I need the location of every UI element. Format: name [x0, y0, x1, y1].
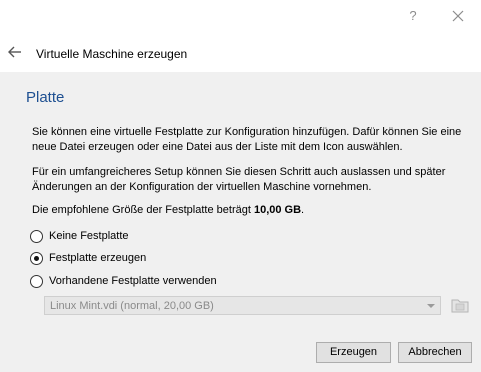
- wizard-title: Virtuelle Maschine erzeugen: [36, 47, 188, 61]
- radio-button[interactable]: [30, 229, 43, 243]
- radio-label: Keine Festplatte: [49, 230, 129, 242]
- chevron-down-icon: [427, 304, 435, 308]
- radio-button[interactable]: [30, 251, 43, 265]
- folder-icon: [451, 299, 469, 313]
- wizard-content: Platte Sie können eine virtuelle Festpla…: [0, 72, 481, 334]
- size-value: 10,00 GB: [253, 204, 302, 216]
- arrow-left-icon: [8, 46, 21, 58]
- recommended-size-text: Die empfohlene Größe der Festplatte betr…: [32, 203, 462, 218]
- create-button[interactable]: Erzeugen: [316, 342, 391, 363]
- description-paragraph-2: Für ein umfangreicheres Setup können Sie…: [32, 166, 446, 193]
- help-button[interactable]: ?: [403, 6, 423, 26]
- title-bar: ?: [0, 0, 481, 32]
- cancel-button[interactable]: Abbrechen: [398, 342, 472, 363]
- radio-button[interactable]: [30, 274, 43, 288]
- existing-disk-select[interactable]: Linux Mint.vdi (normal, 20,00 GB): [44, 296, 441, 315]
- choose-disk-file-button[interactable]: [450, 295, 470, 315]
- radio-label: Festplatte erzeugen: [49, 252, 147, 264]
- wizard-footer: Erzeugen Abbrechen: [0, 334, 481, 372]
- select-value: Linux Mint.vdi (normal, 20,00 GB): [50, 300, 214, 312]
- page-heading: Platte: [26, 89, 65, 106]
- close-button[interactable]: [448, 6, 468, 26]
- description-paragraph-1: Sie können eine virtuelle Festplatte zur…: [32, 126, 462, 153]
- size-prefix: Die empfohlene Größe der Festplatte betr…: [32, 204, 254, 216]
- radio-create-disk[interactable]: Festplatte erzeugen: [30, 250, 146, 266]
- radio-existing-disk[interactable]: Vorhandene Festplatte verwenden: [30, 273, 217, 289]
- size-suffix: .: [301, 204, 305, 216]
- radio-no-disk[interactable]: Keine Festplatte: [30, 228, 129, 244]
- close-icon: [452, 10, 464, 22]
- back-button[interactable]: [6, 44, 24, 60]
- wizard-header: Virtuelle Maschine erzeugen: [0, 32, 481, 72]
- radio-label: Vorhandene Festplatte verwenden: [49, 275, 217, 287]
